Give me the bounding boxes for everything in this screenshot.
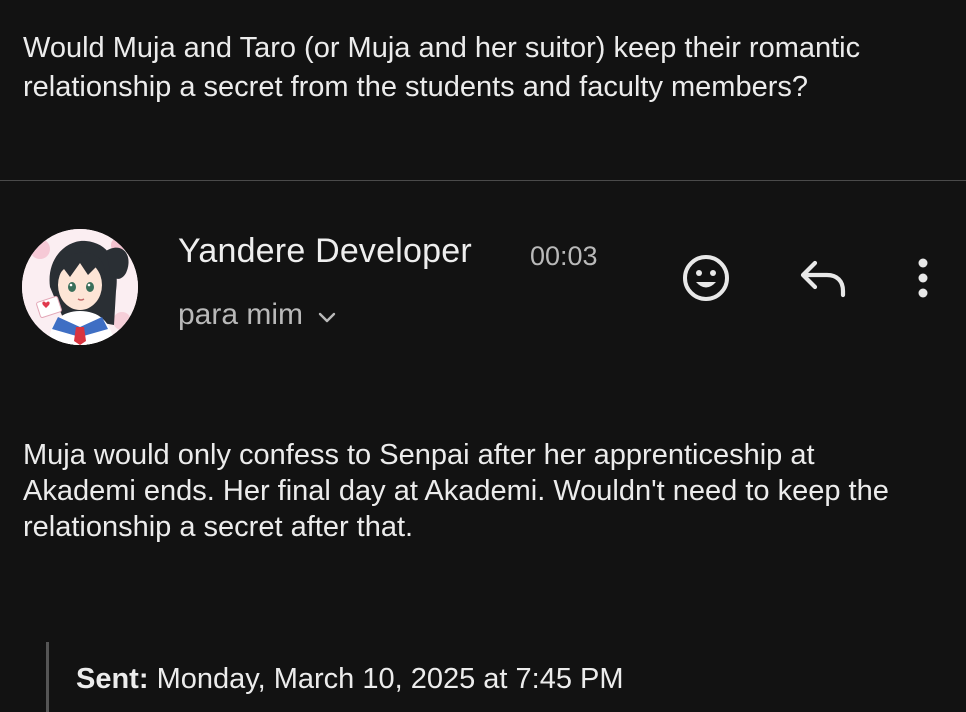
sender-name: Yandere Developer — [178, 232, 472, 270]
reply-icon — [800, 260, 846, 298]
quoted-sent-line: Sent: Monday, March 10, 2025 at 7:45 PM — [76, 663, 624, 696]
previous-message-text: Would Muja and Taro (or Muja and her sui… — [23, 32, 861, 103]
more-vert-icon — [918, 258, 928, 298]
more-options-button[interactable] — [908, 254, 938, 304]
sender-avatar[interactable] — [22, 229, 138, 345]
message-time: 00:03 — [530, 241, 598, 271]
quoted-sent-value: Monday, March 10, 2025 at 7:45 PM — [156, 663, 624, 695]
emoji-reaction-button[interactable] — [680, 252, 732, 304]
recipient-label: para mim — [178, 298, 304, 331]
chevron-down-icon — [318, 312, 336, 323]
emoji-reaction-icon — [683, 255, 729, 301]
recipient-details-toggle[interactable]: para mim — [178, 298, 339, 332]
quoted-sent-label: Sent: — [76, 663, 149, 695]
message-divider — [0, 180, 966, 181]
quote-bar — [46, 642, 49, 712]
reply-button[interactable] — [797, 255, 849, 301]
email-body: Muja would only confess to Senpai after … — [23, 439, 889, 543]
